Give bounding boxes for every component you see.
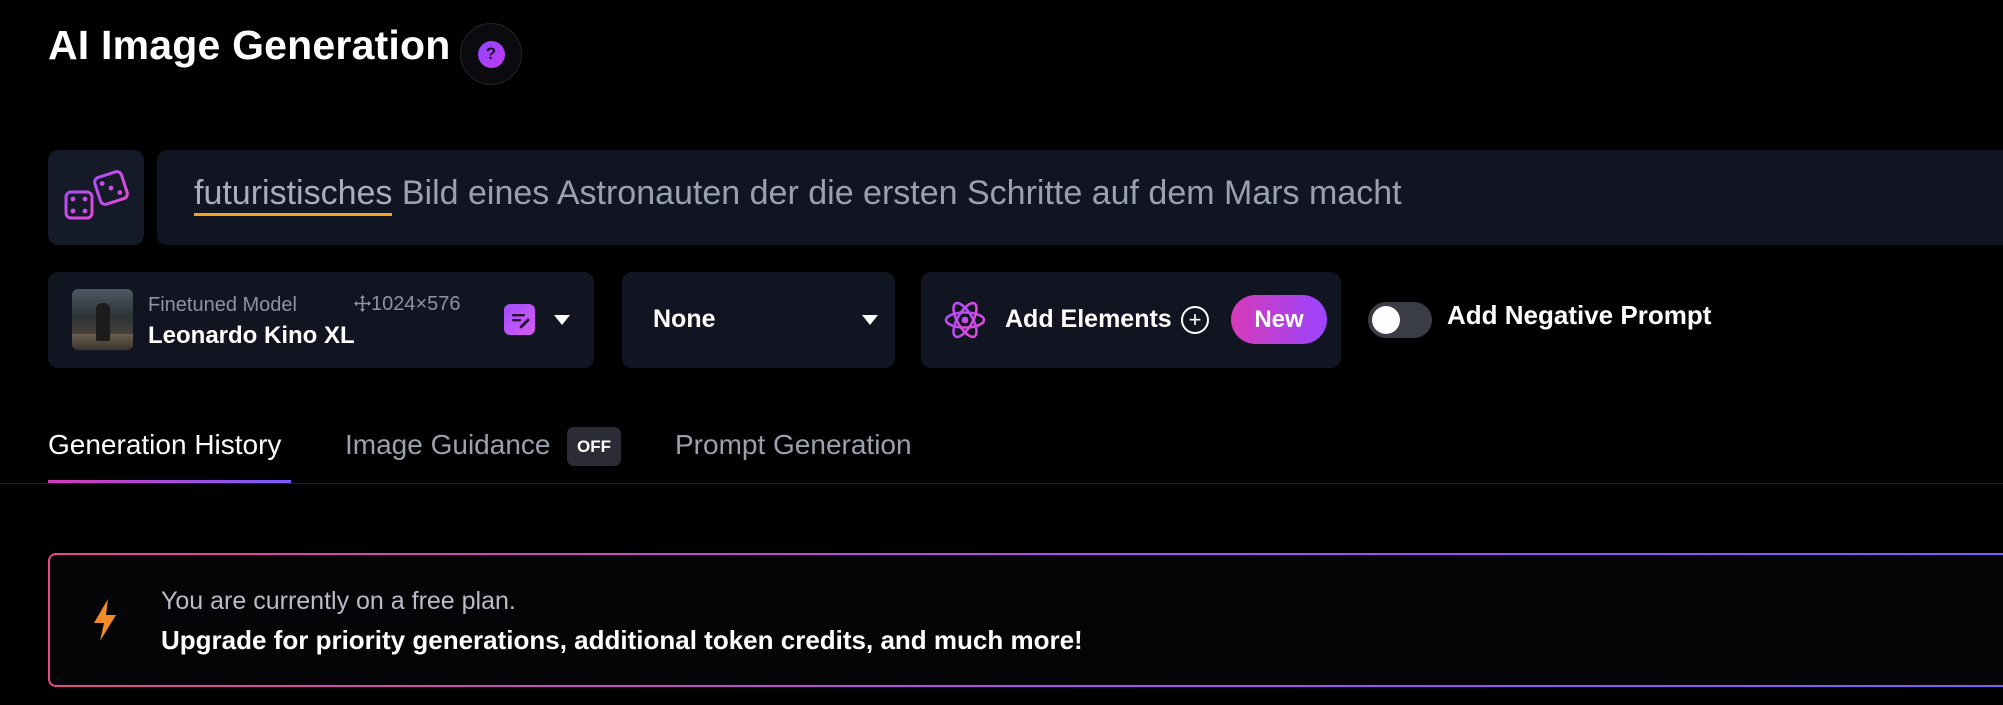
style-dropdown[interactable]: None [622,272,895,368]
toggle-knob [1372,306,1400,334]
edit-model-button[interactable] [504,304,535,335]
new-badge: New [1231,295,1327,344]
model-resolution: 1024×576 [354,293,461,316]
random-prompt-button[interactable] [48,150,144,245]
bolt-icon [94,599,116,641]
atom-icon [944,301,986,339]
banner-plan-text: You are currently on a free plan. [161,587,516,615]
page-title: AI Image Generation [48,22,451,68]
resolution-value: 1024×576 [371,293,461,315]
help-button[interactable]: ? [460,23,522,85]
prompt-rest: Bild eines Astronauten der die ersten Sc… [392,174,1402,212]
negative-prompt-label: Add Negative Prompt [1447,300,1712,330]
tabs-divider [0,483,2003,484]
chevron-down-icon [862,315,878,325]
image-guidance-status-badge: OFF [567,427,621,466]
negative-prompt-toggle[interactable] [1368,302,1432,338]
upgrade-banner[interactable]: You are currently on a free plan. Upgrad… [48,553,2003,687]
chevron-down-icon[interactable] [554,315,570,325]
plus-circle-icon: + [1181,306,1209,334]
dice-icon [64,169,129,219]
help-icon: ? [477,40,505,68]
edit-icon [512,314,530,329]
move-icon [354,295,371,312]
add-elements-label: Add Elements [1005,305,1172,333]
tab-image-guidance[interactable]: Image Guidance [345,429,550,461]
prompt-spellcheck-word: futuristisches [194,174,393,216]
tab-generation-history[interactable]: Generation History [48,429,281,461]
model-name: Leonardo Kino XL [148,322,355,349]
model-thumbnail [72,289,133,350]
tab-prompt-generation[interactable]: Prompt Generation [675,429,912,461]
model-subtitle: Finetuned Model [148,294,297,316]
style-selected: None [653,305,716,333]
model-selector[interactable]: Finetuned Model 1024×576 Leonardo Kino X… [48,272,594,368]
banner-upgrade-text: Upgrade for priority generations, additi… [161,625,1083,655]
add-elements-button[interactable]: Add Elements + New [921,272,1341,368]
prompt-text: futuristisches Bild eines Astronauten de… [194,174,1402,216]
prompt-input[interactable]: futuristisches Bild eines Astronauten de… [157,150,2003,245]
page: AI Image Generation ? futuristisches Bil… [0,0,2003,705]
thumbnail-figure [96,303,110,341]
